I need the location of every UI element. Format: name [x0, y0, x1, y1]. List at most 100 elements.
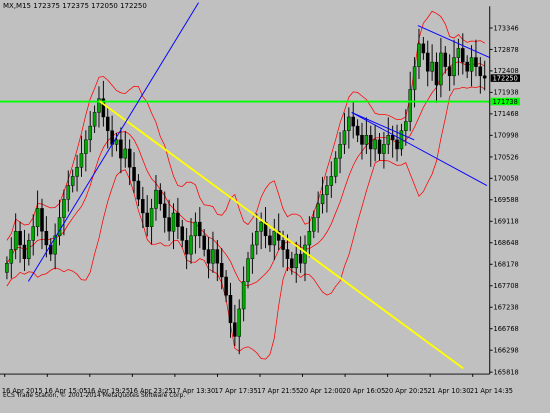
candle-body — [211, 249, 215, 264]
candle-body — [202, 235, 206, 250]
time-tick-label: 17 Apr 21:55 — [257, 387, 300, 395]
candle-body — [167, 217, 171, 232]
chart-canvas[interactable]: 171738 172250 173346 172878 172408 171938 171… — [0, 0, 520, 403]
candle-body — [311, 217, 316, 232]
price-tick-label: 167238 — [494, 304, 519, 312]
candle-body — [158, 189, 163, 205]
candle-body — [119, 139, 123, 159]
candle-body — [66, 185, 71, 200]
ohlc-readout: 172375 172375 172050 172250 — [33, 2, 147, 10]
candle-body — [434, 61, 439, 86]
candle-body — [320, 194, 325, 205]
candle-body — [233, 322, 237, 337]
candle-body — [154, 189, 158, 209]
candle-body — [31, 226, 35, 241]
candle-body — [13, 231, 18, 250]
candle-body — [382, 144, 386, 154]
candle-body — [105, 116, 110, 131]
price-tick-label: 168648 — [494, 239, 519, 247]
candle-body — [461, 48, 465, 63]
candle-body — [215, 249, 220, 264]
candle-body — [373, 139, 377, 150]
candle-body — [272, 231, 277, 246]
candle-body — [70, 176, 75, 186]
price-tick-label: 169588 — [494, 196, 519, 204]
candle-body — [145, 212, 149, 227]
candle-body — [377, 139, 382, 154]
price-tick-label: 166768 — [494, 325, 519, 333]
candle-body — [425, 52, 430, 72]
candle-body — [180, 226, 185, 241]
bollinger-upper — [6, 10, 485, 241]
candle-body — [40, 208, 44, 232]
candle-body — [443, 52, 448, 67]
candle-body — [114, 139, 119, 145]
price-tick-label: 165818 — [494, 369, 519, 377]
candle-body — [184, 240, 189, 255]
candle-body — [268, 235, 272, 246]
candle-body — [44, 231, 49, 246]
copyright-notice: ECS Trade Station, © 2001-2014 MetaQuote… — [3, 392, 186, 399]
candle-body — [347, 116, 351, 131]
candle-body — [447, 66, 452, 77]
chart-window: 171738 172250 173346 172878 172408 171938 171… — [0, 0, 550, 413]
candle-body — [338, 144, 342, 159]
chart-header: MX,M15 172375 172375 172050 172250 — [3, 2, 147, 10]
candle-body — [469, 57, 474, 72]
candle-body — [79, 153, 84, 168]
candle-body — [351, 116, 355, 127]
candle-body — [149, 208, 154, 227]
candle-body — [88, 125, 92, 141]
candle-body — [27, 240, 31, 259]
candle-body — [281, 240, 285, 250]
price-tick-label: 173346 — [494, 24, 519, 32]
candle-body — [224, 276, 228, 296]
time-tick-label: 20 Apr 20:25 — [385, 387, 428, 395]
candle-body — [482, 75, 487, 79]
price-tick-label: 172878 — [494, 46, 519, 54]
price-tick-label: 168178 — [494, 261, 519, 269]
candle-body — [316, 203, 320, 218]
candle-body — [35, 208, 40, 227]
candle-body — [246, 258, 250, 282]
candle-body — [228, 295, 233, 323]
candle-body — [395, 139, 399, 150]
candle-body — [22, 244, 27, 259]
candle-body — [329, 176, 334, 186]
candle-body — [171, 212, 176, 232]
candle-body — [303, 244, 307, 264]
candle-body — [193, 221, 198, 237]
candle-body — [123, 148, 128, 159]
candle-body — [241, 281, 246, 310]
symbol-timeframe: MX,M15 — [3, 2, 32, 10]
candle-body — [176, 212, 180, 227]
candle-body — [127, 148, 132, 168]
candle-body — [364, 135, 369, 145]
candle-body — [132, 167, 136, 182]
price-tick-label: 171938 — [494, 89, 519, 97]
candle-body — [189, 235, 193, 255]
current-price-label: 172250 — [493, 74, 518, 82]
candle-body — [285, 249, 290, 259]
candle-body — [474, 57, 478, 67]
candle-body — [333, 157, 338, 177]
time-tick-label: 21 Apr 10:30 — [427, 387, 470, 395]
candle-body — [18, 231, 22, 246]
bollinger-bands — [6, 10, 485, 360]
candle-body — [360, 135, 364, 145]
candle-body — [298, 253, 303, 264]
candle-body — [439, 52, 443, 86]
candle-body — [368, 135, 373, 150]
candle-body — [198, 221, 202, 237]
price-tick-label: 169118 — [494, 218, 519, 226]
candle-body — [342, 130, 347, 145]
candle-body — [141, 199, 145, 214]
yellow-trendline[interactable] — [98, 100, 464, 370]
price-tick-label: 166298 — [494, 347, 519, 355]
candle-body — [465, 61, 469, 72]
time-tick-label: 21 Apr 14:35 — [470, 387, 513, 395]
candle-body — [294, 253, 298, 269]
candle-body — [290, 258, 294, 269]
price-tick-label: 172408 — [494, 67, 519, 75]
candle-body — [62, 199, 66, 218]
